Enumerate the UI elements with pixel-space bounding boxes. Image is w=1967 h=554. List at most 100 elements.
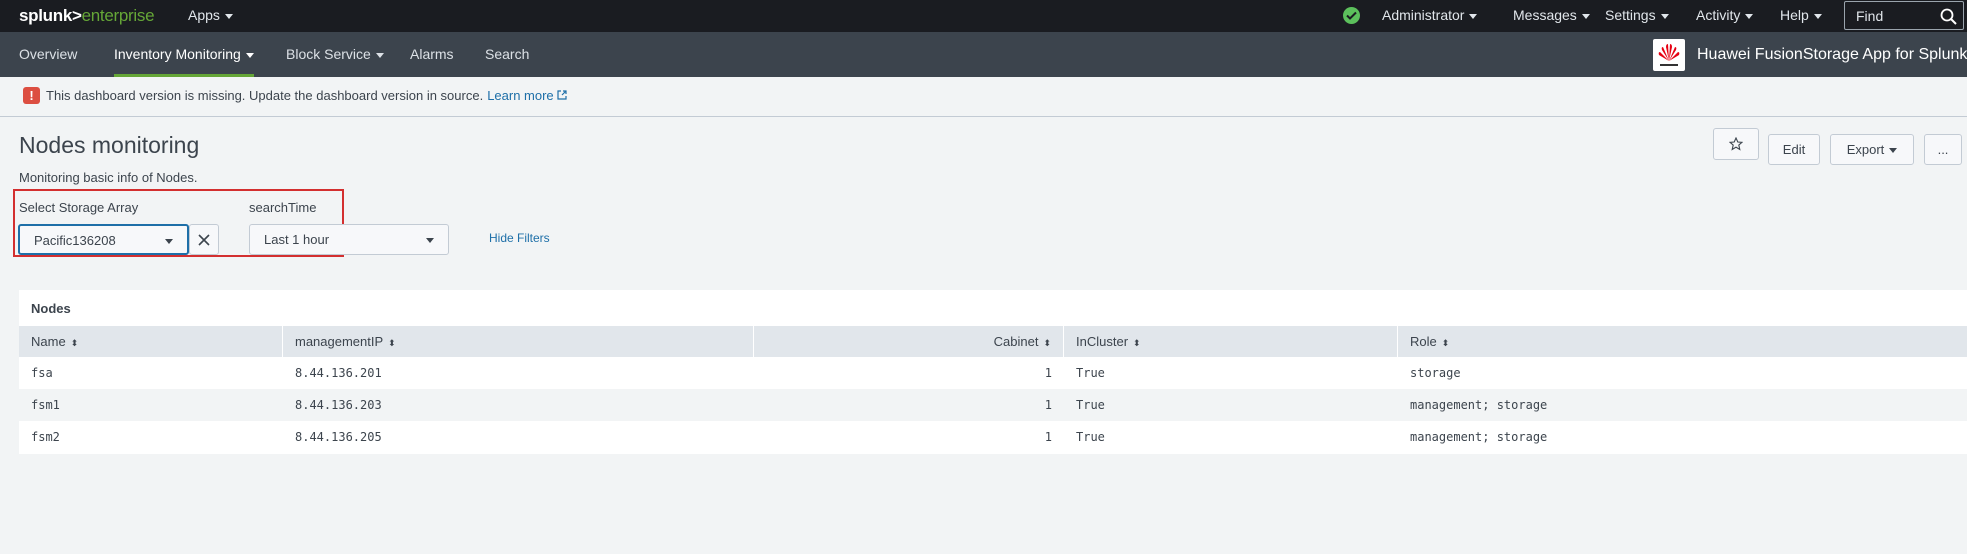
column-header-label: managementIP xyxy=(295,334,384,349)
star-icon xyxy=(1728,136,1744,151)
health-status-icon[interactable] xyxy=(1343,7,1360,24)
nav-search-label: Search xyxy=(485,46,530,62)
page-title: Nodes monitoring xyxy=(19,132,200,158)
chevron-down-icon xyxy=(1660,13,1669,19)
edit-button-label: Edit xyxy=(1782,142,1806,157)
more-button-label: ... xyxy=(1937,142,1949,157)
table-header: Name ⬍ managementIP ⬍ Cabinet ⬍ InCluster ⬍ … xyxy=(19,326,1967,357)
nav-block-service[interactable]: Block Service xyxy=(286,32,384,77)
nodes-panel: Nodes Name ⬍ managementIP ⬍ Cabinet ⬍ InClu… xyxy=(19,290,1967,454)
alert-message: This dashboard version is missing. Updat… xyxy=(46,88,567,103)
table-row[interactable]: fsm2 8.44.136.205 1 True management; sto… xyxy=(19,421,1967,453)
app-title: Huawei FusionStorage App for Splunk xyxy=(1697,46,1967,63)
export-button[interactable]: Export xyxy=(1830,134,1914,165)
nav-overview[interactable]: Overview xyxy=(19,32,77,77)
help-menu-label: Help xyxy=(1780,7,1809,23)
storage-array-select[interactable]: Pacific136208 xyxy=(18,224,189,255)
search-icon[interactable] xyxy=(1940,8,1957,25)
external-link-icon xyxy=(557,90,567,100)
panel-title: Nodes xyxy=(31,301,71,316)
column-header-label: Cabinet xyxy=(993,334,1039,349)
administrator-menu[interactable]: Administrator xyxy=(1382,0,1478,32)
apps-menu-label: Apps xyxy=(188,7,220,23)
search-time-value: Last 1 hour xyxy=(264,232,330,247)
help-menu[interactable]: Help xyxy=(1780,0,1822,32)
export-button-label: Export xyxy=(1846,142,1885,157)
cell-incluster: True xyxy=(1076,430,1105,444)
cell-incluster: True xyxy=(1076,366,1105,380)
cell-management-ip: 8.44.136.205 xyxy=(295,430,382,444)
search-time-select[interactable]: Last 1 hour xyxy=(249,224,449,255)
huawei-logo xyxy=(1653,39,1685,71)
error-icon: ! xyxy=(23,87,40,104)
page-description: Monitoring basic info of Nodes. xyxy=(19,170,198,185)
nav-inventory-monitoring[interactable]: Inventory Monitoring xyxy=(114,32,254,77)
cell-cabinet: 1 xyxy=(1044,398,1052,412)
find-placeholder: Find xyxy=(1856,8,1884,24)
sort-icon: ⬍ xyxy=(1133,337,1141,348)
sort-icon: ⬍ xyxy=(1441,337,1450,348)
chevron-down-icon xyxy=(1745,13,1754,19)
logo-bold-text: splunk> xyxy=(19,6,82,25)
table-row[interactable]: fsm1 8.44.136.203 1 True management; sto… xyxy=(19,389,1967,421)
alert-text: This dashboard version is missing. Updat… xyxy=(46,88,484,103)
messages-menu[interactable]: Messages xyxy=(1513,0,1590,32)
cell-management-ip: 8.44.136.203 xyxy=(295,398,382,412)
messages-menu-label: Messages xyxy=(1513,7,1577,23)
learn-more-link[interactable]: Learn more xyxy=(487,88,567,103)
top-bar: splunk>enterprise Apps Administrator Mes… xyxy=(0,0,1967,32)
logo-light-text: enterprise xyxy=(81,6,155,25)
nav-alarms[interactable]: Alarms xyxy=(410,32,454,77)
chevron-down-icon xyxy=(1813,13,1822,19)
cell-cabinet: 1 xyxy=(1044,430,1052,444)
chevron-down-icon xyxy=(375,52,384,58)
cell-incluster: True xyxy=(1076,398,1105,412)
hide-filters-link[interactable]: Hide Filters xyxy=(489,231,550,245)
settings-menu-label: Settings xyxy=(1605,7,1656,23)
chevron-down-icon xyxy=(1889,148,1898,154)
sort-icon: ⬍ xyxy=(388,337,396,348)
find-input[interactable]: Find xyxy=(1844,1,1964,30)
cell-name: fsa xyxy=(31,366,53,380)
chevron-down-icon xyxy=(426,238,434,243)
cell-name: fsm1 xyxy=(31,398,60,412)
column-header-label: Name xyxy=(31,334,66,349)
activity-menu[interactable]: Activity xyxy=(1696,0,1754,32)
search-time-label: searchTime xyxy=(249,200,317,215)
chevron-down-icon xyxy=(224,13,233,19)
sort-icon: ⬍ xyxy=(70,337,79,348)
cell-cabinet: 1 xyxy=(1044,366,1052,380)
clear-selection-button[interactable] xyxy=(189,224,219,255)
edit-button[interactable]: Edit xyxy=(1768,134,1820,165)
table-row[interactable]: fsa 8.44.136.201 1 True storage xyxy=(19,357,1967,389)
chevron-down-icon xyxy=(1581,13,1590,19)
favorite-button[interactable] xyxy=(1713,128,1759,160)
column-header-cabinet[interactable]: Cabinet ⬍ xyxy=(754,326,1064,357)
close-icon xyxy=(198,234,210,246)
apps-menu[interactable]: Apps xyxy=(188,0,233,32)
settings-menu[interactable]: Settings xyxy=(1605,0,1669,32)
storage-array-value: Pacific136208 xyxy=(34,233,116,248)
administrator-menu-label: Administrator xyxy=(1382,7,1465,23)
cell-role: storage xyxy=(1410,366,1461,380)
column-header-label: InCluster xyxy=(1076,334,1129,349)
chevron-down-icon xyxy=(245,52,254,58)
sort-icon: ⬍ xyxy=(1043,337,1051,348)
cell-role: management; storage xyxy=(1410,398,1548,412)
chevron-down-icon xyxy=(165,239,173,244)
column-header-incluster[interactable]: InCluster ⬍ xyxy=(1064,326,1398,357)
column-header-managementip[interactable]: managementIP ⬍ xyxy=(283,326,754,357)
column-header-role[interactable]: Role ⬍ xyxy=(1398,326,1967,357)
nav-inventory-monitoring-label: Inventory Monitoring xyxy=(114,46,241,62)
cell-management-ip: 8.44.136.201 xyxy=(295,366,382,380)
column-header-name[interactable]: Name ⬍ xyxy=(19,326,283,357)
nav-block-service-label: Block Service xyxy=(286,46,371,62)
splunk-logo[interactable]: splunk>enterprise xyxy=(19,6,155,26)
activity-menu-label: Activity xyxy=(1696,7,1741,23)
app-nav-bar: Overview Inventory Monitoring Block Serv… xyxy=(0,32,1967,77)
nav-overview-label: Overview xyxy=(19,46,78,62)
nav-alarms-label: Alarms xyxy=(410,46,454,62)
more-button[interactable]: ... xyxy=(1924,134,1962,165)
nav-search[interactable]: Search xyxy=(485,32,529,77)
cell-role: management; storage xyxy=(1410,430,1548,444)
